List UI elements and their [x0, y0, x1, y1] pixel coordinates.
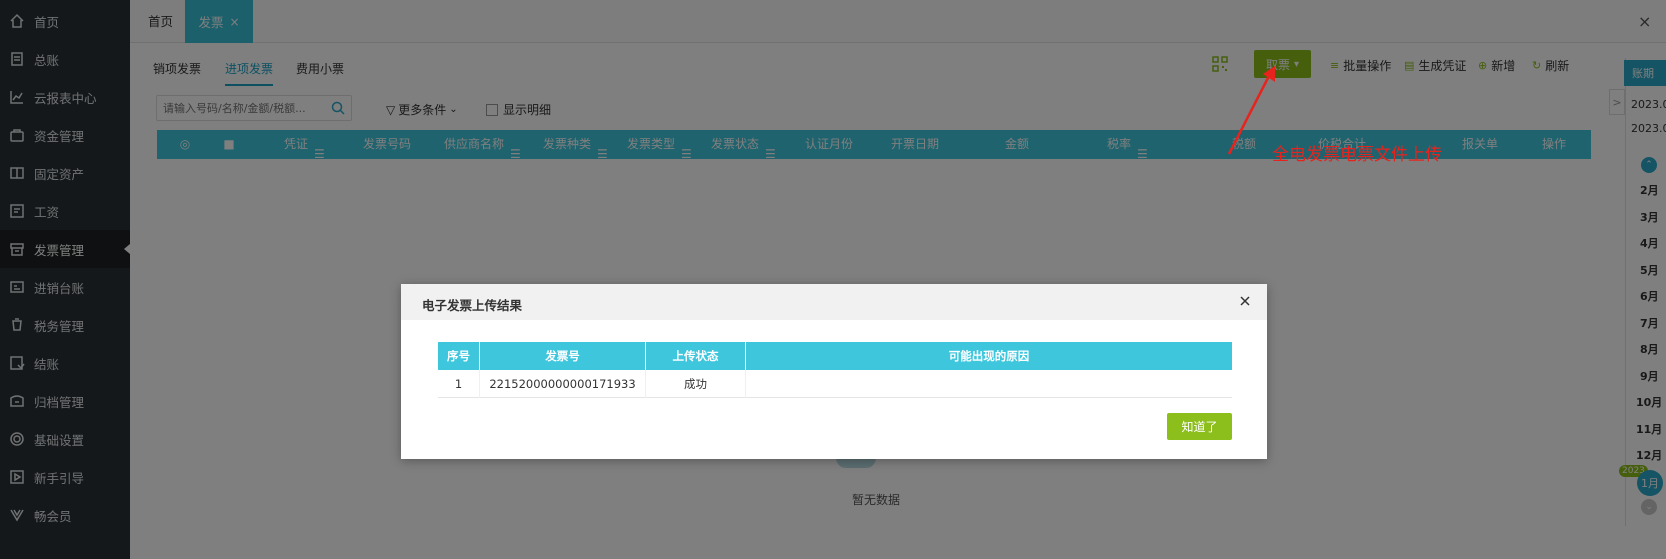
cell-reason [746, 370, 1232, 398]
cell-index: 1 [438, 370, 480, 398]
table-row: 1 22152000000000171933 成功 [438, 370, 1232, 398]
upload-result-dialog: 电子发票上传结果 序号 发票号 上传状态 可能出现的原因 1 221520000… [401, 284, 1267, 459]
acknowledge-button[interactable]: 知道了 [1167, 413, 1232, 440]
cell-upload-status: 成功 [646, 370, 746, 398]
dialog-title: 电子发票上传结果 [422, 298, 523, 313]
column-header-reason: 可能出现的原因 [948, 349, 1030, 363]
column-header-index: 序号 [438, 342, 480, 370]
annotation-text: 全电发票电票文件上传 [1272, 145, 1442, 165]
cell-invoice-no: 22152000000000171933 [480, 370, 646, 398]
column-header-invoice-no: 发票号 [480, 342, 646, 370]
close-icon[interactable] [1237, 293, 1253, 309]
result-table-header: 序号 发票号 上传状态 可能出现的原因 [438, 342, 1232, 370]
dialog-header: 电子发票上传结果 [401, 284, 1267, 320]
column-header-upload-status: 上传状态 [646, 342, 746, 370]
modal-overlay [0, 0, 1666, 559]
